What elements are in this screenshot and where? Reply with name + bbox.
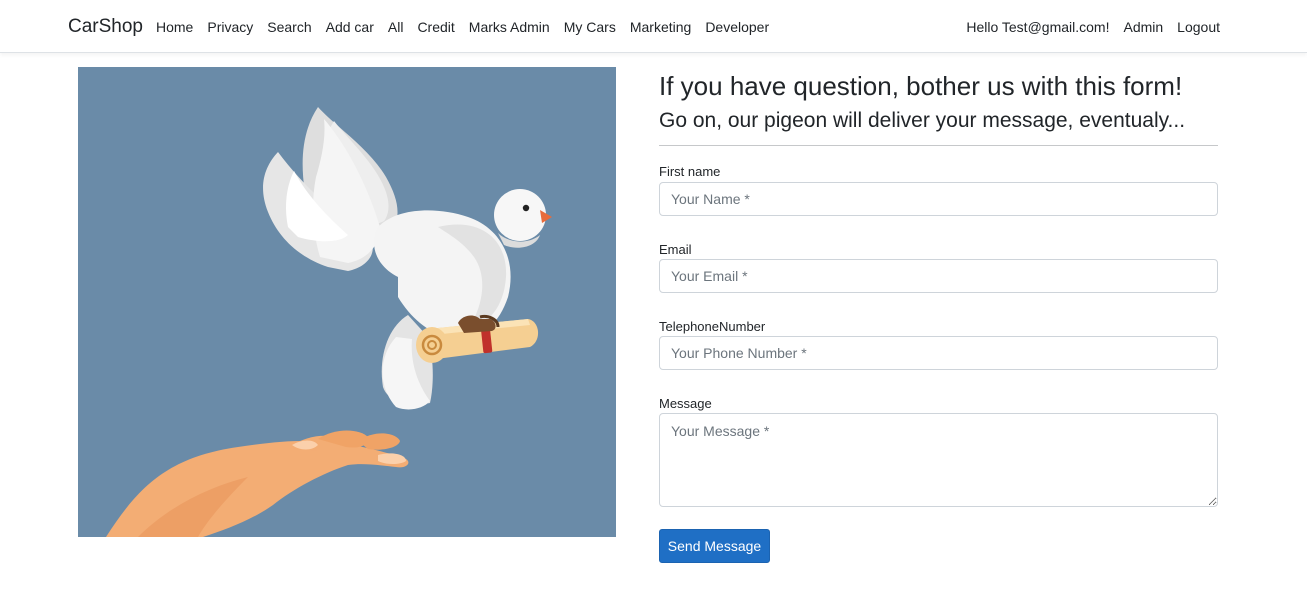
send-message-button[interactable]: Send Message [659,529,770,563]
dove-illustration-icon [106,107,552,537]
phone-input[interactable] [659,336,1218,370]
nav-add-car[interactable]: Add car [319,18,381,36]
form-subheading: Go on, our pigeon will deliver your mess… [659,109,1186,132]
user-nav: Hello Test@gmail.com! Admin Logout [959,18,1227,36]
contact-form: If you have question, bother us with thi… [659,67,1218,563]
nav-my-cars[interactable]: My Cars [557,18,623,36]
brand-logo[interactable]: CarShop [68,16,143,38]
dove-icon [263,107,552,410]
form-heading: If you have question, bother us with thi… [659,71,1183,101]
nav-developer[interactable]: Developer [698,18,776,36]
nav-admin[interactable]: Admin [1116,18,1170,36]
message-textarea[interactable] [659,413,1218,507]
heading-divider [659,145,1218,146]
nav-credit[interactable]: Credit [410,18,461,36]
nav-marks-admin[interactable]: Marks Admin [462,18,557,36]
nav-home[interactable]: Home [149,18,200,36]
hand-icon [106,430,409,537]
nav-search[interactable]: Search [260,18,318,36]
first-name-input[interactable] [659,182,1218,216]
nav-marketing[interactable]: Marketing [623,18,698,36]
email-label: Email [659,242,692,257]
email-input[interactable] [659,259,1218,293]
nav-all[interactable]: All [381,18,411,36]
first-name-label: First name [659,164,721,179]
nav-logout[interactable]: Logout [1170,18,1227,36]
main-nav: Home Privacy Search Add car All Credit M… [149,18,776,36]
user-greeting[interactable]: Hello Test@gmail.com! [959,18,1116,36]
phone-label: TelephoneNumber [659,319,766,334]
dove-with-scroll-illustration [78,67,616,537]
top-navbar: CarShop Home Privacy Search Add car All … [0,0,1307,53]
nav-privacy[interactable]: Privacy [200,18,260,36]
message-label: Message [659,396,712,411]
